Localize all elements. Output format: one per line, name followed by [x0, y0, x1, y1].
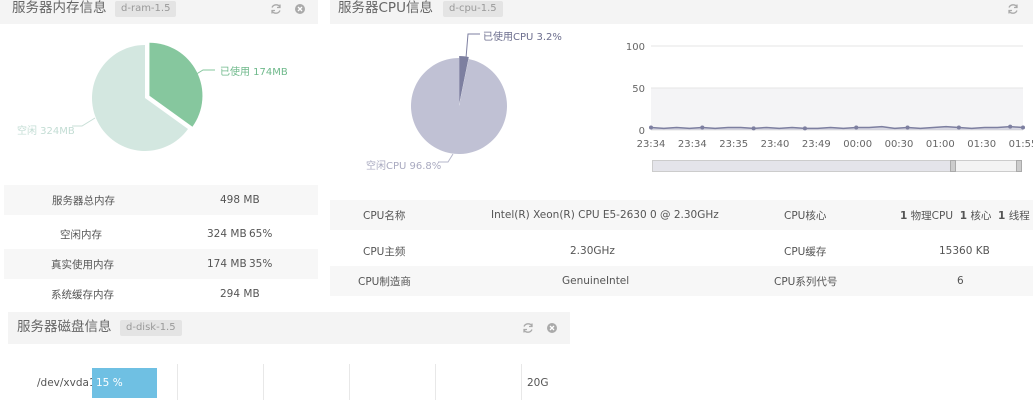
- ram-used-label: 已使用 174MB: [220, 67, 288, 78]
- cpu-line-point[interactable]: [1008, 124, 1013, 129]
- x-tick-label: 01:55: [1009, 139, 1033, 150]
- y-tick-label: 100: [626, 42, 645, 53]
- disk-panel-header: 服务器磁盘信息 d-disk-1.5: [8, 312, 570, 344]
- ram-row-label: 系统缓存内存: [51, 288, 114, 301]
- ram-pie-chart: [72, 42, 215, 151]
- x-tick-label: 23:35: [719, 139, 748, 150]
- cpu-core-unit: 物理CPU: [910, 209, 954, 222]
- cpu-line-point[interactable]: [751, 126, 756, 131]
- cpu-core-info: 1 物理CPU 1 核心 1 线程: [900, 208, 1030, 223]
- cpu-pie-slice[interactable]: [411, 58, 507, 155]
- cpu-core-unit: 线程: [1008, 209, 1030, 222]
- chart-band: [651, 88, 1023, 130]
- table-row: 服务器总内存 498 MB: [4, 185, 318, 215]
- ram-row-value: 174 MB: [207, 258, 247, 270]
- ram-row-pct: 65%: [249, 228, 273, 240]
- disk-usage-bar: 15 %: [92, 368, 157, 398]
- disk-panel-title: 服务器磁盘信息: [17, 319, 112, 335]
- disk-usage-label: 15 %: [96, 377, 123, 389]
- table-row: CPU制造商 GenuineIntel CPU系列代号 6: [330, 266, 1033, 296]
- ram-pie-label-line: [72, 117, 96, 127]
- x-tick-label: 23:40: [761, 139, 790, 150]
- cpu-zoom-slider[interactable]: [652, 160, 1022, 172]
- ram-row-label: 服务器总内存: [52, 194, 115, 207]
- disk-size: 20G: [527, 377, 549, 389]
- cpu-zoom-handle[interactable]: [1016, 160, 1022, 172]
- x-tick-label: 01:30: [967, 139, 996, 150]
- cpu-info-table: CPU名称 Intel(R) Xeon(R) CPU E5-2630 0 @ 2…: [330, 196, 1033, 300]
- ram-row-value: 324 MB: [207, 228, 247, 240]
- cpu-zoom-handle[interactable]: [950, 160, 956, 172]
- y-tick-label: 50: [632, 84, 645, 95]
- cpu-free-label: 空闲CPU 96.8%: [366, 161, 442, 172]
- table-row: CPU主频 2.30GHz CPU缓存 15360 KB: [330, 236, 1033, 266]
- cpu-core-unit: 核心: [970, 209, 992, 222]
- cpu-line-point[interactable]: [1021, 125, 1025, 130]
- table-row: 空闲内存 324 MB 65%: [4, 219, 318, 249]
- cpu-row-label: CPU核心: [784, 209, 827, 222]
- y-tick-label: 0: [639, 126, 645, 137]
- table-row: 系统缓存内存 294 MB: [4, 279, 318, 309]
- cpu-line-point[interactable]: [649, 125, 653, 130]
- x-tick-label: 23:34: [637, 139, 666, 150]
- cpu-used-label: 已使用CPU 3.2%: [483, 32, 562, 43]
- cpu-zoom-range: [653, 161, 951, 171]
- cpu-row-value: 15360 KB: [939, 245, 990, 257]
- ram-row-label: 空闲内存: [60, 228, 102, 241]
- ram-row-label: 真实使用内存: [51, 258, 114, 271]
- cpu-row-label: CPU主频: [363, 245, 406, 258]
- cpu-row-value: GenuineIntel: [562, 275, 630, 287]
- x-tick-label: 01:00: [926, 139, 955, 150]
- cpu-line-point[interactable]: [905, 125, 910, 130]
- x-tick-label: 00:30: [885, 139, 914, 150]
- cpu-core-count: 1: [998, 209, 1006, 222]
- x-tick-label: 23:49: [802, 139, 831, 150]
- table-row: /dev/xvda1 15 % 20G: [8, 368, 570, 398]
- cpu-line-point[interactable]: [700, 125, 705, 130]
- cpu-row-value: 2.30GHz: [570, 245, 615, 257]
- ram-info-table: 服务器总内存 498 MB 空闲内存 324 MB 65% 真实使用内存 174…: [4, 181, 318, 309]
- cpu-core-count: 1: [900, 209, 908, 222]
- table-row: 真实使用内存 174 MB 35%: [4, 249, 318, 279]
- cpu-line-point[interactable]: [956, 125, 961, 130]
- x-tick-label: 00:00: [843, 139, 872, 150]
- cpu-line-point[interactable]: [802, 126, 807, 131]
- ram-free-label: 空闲 324MB: [17, 126, 75, 137]
- cpu-core-count: 1: [959, 209, 968, 222]
- refresh-icon[interactable]: [521, 321, 535, 335]
- table-row: CPU名称 Intel(R) Xeon(R) CPU E5-2630 0 @ 2…: [330, 200, 1033, 230]
- disk-badge: d-disk-1.5: [120, 320, 182, 336]
- cpu-line-chart: 0 50 100 23:34 23:34 23:35 23:40 23:49 00:00 00:3…: [626, 42, 1033, 150]
- cpu-row-label: CPU制造商: [358, 275, 411, 288]
- cpu-pie-label-line: [465, 33, 480, 59]
- cpu-row-label: CPU缓存: [784, 245, 827, 258]
- cpu-line-point[interactable]: [854, 125, 859, 130]
- cpu-row-value: Intel(R) Xeon(R) CPU E5-2630 0 @ 2.30GHz: [491, 209, 719, 221]
- cpu-row-value: 6: [957, 275, 964, 287]
- cpu-row-label: CPU系列代号: [774, 275, 838, 288]
- x-tick-label: 23:34: [678, 139, 707, 150]
- ram-row-value: 294 MB: [220, 288, 260, 300]
- cpu-row-label: CPU名称: [363, 209, 406, 222]
- disk-table: /dev/xvda1 15 % 20G: [8, 344, 570, 400]
- close-icon[interactable]: [545, 321, 559, 335]
- ram-row-pct: 35%: [249, 258, 273, 270]
- disk-device: /dev/xvda1: [37, 377, 96, 389]
- cpu-pie-chart: [411, 33, 507, 163]
- ram-row-value: 498 MB: [220, 194, 260, 206]
